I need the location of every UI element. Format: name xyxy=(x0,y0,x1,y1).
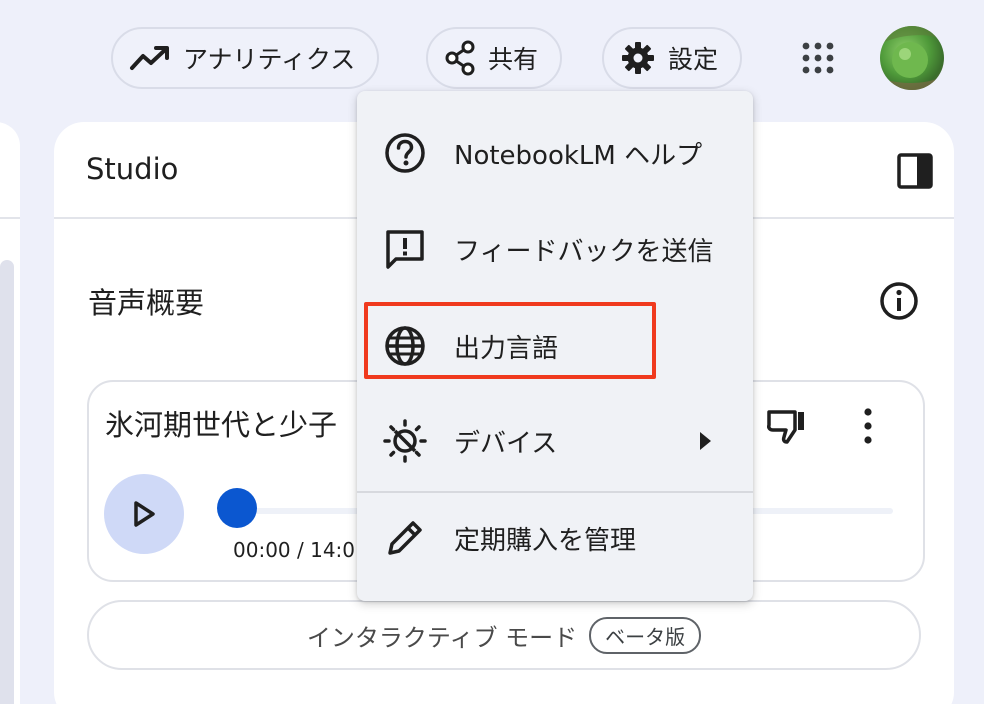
chevron-right-icon xyxy=(700,432,711,450)
menu-item-manage-subscription[interactable]: 定期購入を管理 xyxy=(357,490,753,586)
avatar-image xyxy=(880,26,944,90)
share-button[interactable]: 共有 xyxy=(426,27,563,89)
more-vert-icon[interactable] xyxy=(855,404,881,448)
device-theme-icon xyxy=(383,419,427,463)
menu-item-feedback[interactable]: フィードバックを送信 xyxy=(357,201,753,297)
sources-panel xyxy=(0,122,20,704)
beta-badge: ベータ版 xyxy=(589,616,702,654)
share-label: 共有 xyxy=(488,45,539,74)
pencil-icon xyxy=(388,521,422,555)
menu-item-label: NotebookLM ヘルプ xyxy=(454,140,703,171)
interactive-mode-label: インタラクティブ モード xyxy=(306,623,578,652)
studio-title: Studio xyxy=(86,152,179,186)
menu-item-help[interactable]: NotebookLM ヘルプ xyxy=(357,105,753,201)
menu-item-label: フィードバックを送信 xyxy=(454,236,714,267)
playback-time: 00:00 / 14:0 xyxy=(233,538,356,562)
menu-item-device[interactable]: デバイス xyxy=(357,393,753,489)
trending-up-icon xyxy=(130,46,169,70)
info-icon[interactable] xyxy=(878,280,920,322)
menu-item-label: 定期購入を管理 xyxy=(454,525,637,556)
menu-item-label: デバイス xyxy=(454,428,558,459)
settings-label: 設定 xyxy=(668,45,719,74)
gear-icon xyxy=(622,42,654,74)
play-icon xyxy=(134,501,155,527)
play-button[interactable] xyxy=(104,474,184,554)
analytics-label: アナリティクス xyxy=(183,45,356,74)
settings-button[interactable]: 設定 xyxy=(602,27,743,89)
analytics-button[interactable]: アナリティクス xyxy=(111,27,380,89)
highlight-box xyxy=(364,302,656,379)
audio-title: 氷河期世代と少子 xyxy=(105,408,338,442)
thumbs-down-icon[interactable] xyxy=(765,404,809,448)
share-icon xyxy=(445,40,475,76)
apps-grid-icon[interactable] xyxy=(800,40,836,76)
progress-handle[interactable] xyxy=(217,488,257,528)
panel-toggle-icon[interactable] xyxy=(896,152,934,190)
scrollbar[interactable] xyxy=(0,260,14,704)
avatar[interactable] xyxy=(880,26,944,90)
interactive-mode-button[interactable]: インタラクティブ モード ベータ版 xyxy=(87,600,921,670)
panel-divider xyxy=(0,217,20,219)
help-circle-icon xyxy=(385,133,425,173)
audio-overview-title: 音声概要 xyxy=(88,286,205,320)
feedback-icon xyxy=(386,230,424,269)
